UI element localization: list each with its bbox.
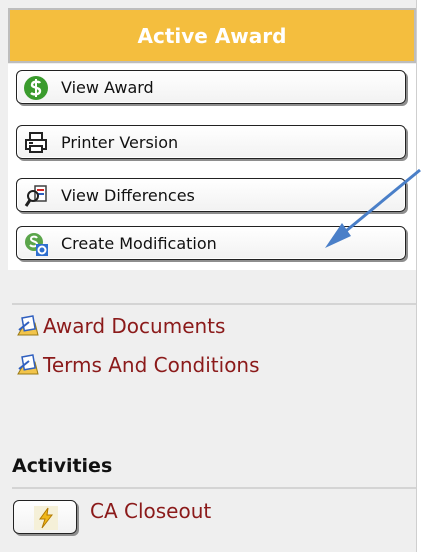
view-award-button[interactable]: View Award (16, 70, 406, 104)
section-divider (12, 303, 416, 305)
compare-icon (24, 185, 47, 207)
gear-dollar-icon (25, 233, 48, 256)
activities-divider (12, 487, 416, 489)
active-award-header: Active Award (8, 8, 416, 63)
create-modification-button[interactable]: Create Modification (16, 226, 406, 260)
dollar-sign-icon (24, 76, 48, 100)
view-award-label: View Award (61, 77, 154, 97)
printer-icon (25, 132, 47, 153)
terms-and-conditions-link[interactable]: Terms And Conditions (15, 352, 260, 378)
award-action-group: View Award Printer Version View Differen… (8, 64, 416, 270)
document-folder-icon (17, 315, 39, 336)
ca-closeout-link[interactable]: CA Closeout (90, 499, 211, 523)
view-differences-button[interactable]: View Differences (16, 178, 406, 212)
activities-heading: Activities (12, 455, 113, 477)
award-documents-link[interactable]: Award Documents (15, 313, 225, 339)
terms-and-conditions-label: Terms And Conditions (43, 353, 260, 377)
ca-closeout-button[interactable] (13, 500, 77, 534)
printer-version-button[interactable]: Printer Version (16, 125, 406, 159)
document-folder-icon (17, 354, 39, 375)
lightning-icon (34, 506, 58, 530)
create-modification-label: Create Modification (61, 233, 217, 253)
active-award-title: Active Award (137, 23, 287, 48)
award-documents-label: Award Documents (43, 314, 226, 338)
printer-version-label: Printer Version (61, 132, 179, 152)
view-differences-label: View Differences (61, 185, 195, 205)
